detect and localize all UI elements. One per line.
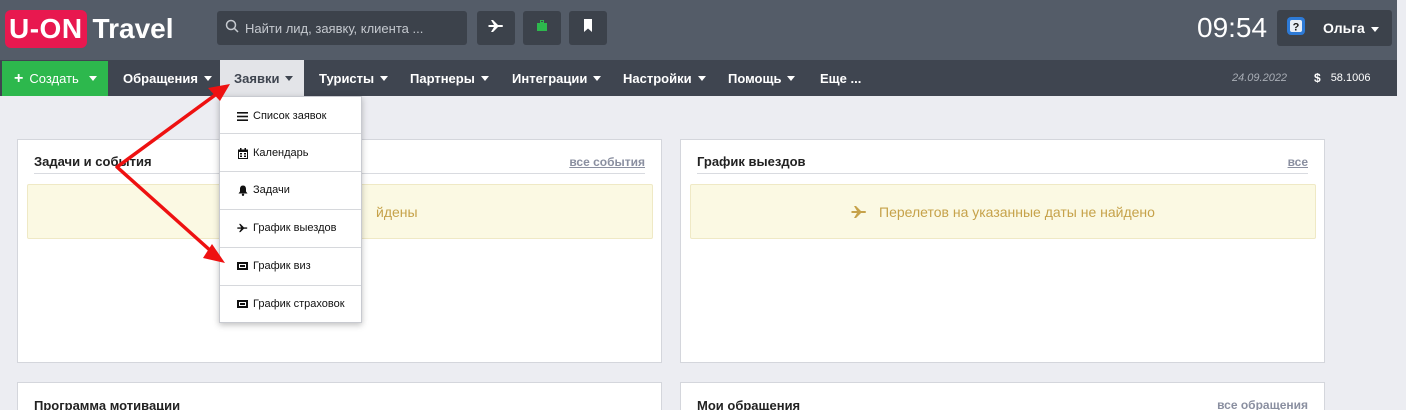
logo-product: Travel [92, 13, 174, 44]
my-requests-panel: Мои обращения все обращения [680, 382, 1325, 410]
chevron-down-icon [380, 75, 389, 81]
menu-item-departures[interactable]: График выездов [220, 209, 361, 247]
menu-item-calendar[interactable]: Календарь [220, 134, 361, 172]
chevron-down-icon [1370, 26, 1379, 32]
chevron-down-icon [787, 75, 796, 81]
ticket-icon [237, 299, 248, 310]
chevron-down-icon [88, 76, 97, 81]
bookmark-button[interactable] [569, 11, 607, 45]
nav-item-more[interactable]: Еще ... [806, 60, 875, 96]
bag-icon [536, 19, 548, 37]
help-icon[interactable]: ? [1287, 16, 1305, 40]
bell-icon [237, 185, 248, 196]
svg-text:?: ? [1293, 21, 1300, 33]
main-nav: + Создать Обращения Заявки Туристы Партн… [0, 60, 1397, 96]
chevron-down-icon [697, 75, 706, 81]
logo-brand: U-ON [5, 10, 87, 48]
menu-item-tasks[interactable]: Задачи [220, 171, 361, 209]
nav-item-partners[interactable]: Партнеры [396, 60, 503, 96]
departures-empty-notice: Перелетов на указанные даты не найдено [690, 184, 1316, 239]
panel-title: График выездов [697, 154, 806, 169]
top-header: U-ON Travel 09:54 ? Ольга [0, 0, 1397, 60]
departures-panel: График выездов все Перелетов на указанны… [680, 139, 1325, 363]
panel-header: Программа мотивации [34, 393, 645, 410]
create-button[interactable]: + Создать [2, 61, 108, 96]
clock: 09:54 [1197, 12, 1268, 43]
list-icon [237, 111, 248, 122]
ticket-icon [237, 261, 248, 272]
nav-item-integrations[interactable]: Интеграции [498, 60, 615, 96]
nav-item-orders[interactable]: Заявки [220, 60, 304, 96]
user-name: Ольга [1323, 20, 1379, 36]
search-box[interactable] [217, 11, 467, 45]
plane-icon [851, 205, 867, 219]
currency-rate[interactable]: $ 58.1006 [1314, 71, 1370, 85]
user-menu[interactable]: ? Ольга [1277, 10, 1392, 46]
plus-icon: + [14, 69, 24, 87]
menu-item-insurance[interactable]: График страховок [220, 285, 361, 323]
notice-text: йдены [376, 203, 418, 220]
chevron-down-icon [285, 75, 294, 81]
notice-text: Перелетов на указанные даты не найдено [879, 203, 1155, 220]
dollar-icon: $ [1314, 71, 1321, 85]
menu-item-visas[interactable]: График виз [220, 247, 361, 285]
panel-title: Мои обращения [697, 397, 801, 410]
nav-item-requests[interactable]: Обращения [108, 60, 227, 96]
logo[interactable]: U-ON Travel [5, 10, 174, 48]
motivation-panel: Программа мотивации [17, 382, 662, 410]
search-input[interactable] [245, 20, 455, 36]
all-departures-link[interactable]: все [1288, 155, 1308, 169]
search-icon [225, 19, 239, 38]
bookmark-icon [583, 19, 593, 37]
panel-header: График выездов все [697, 150, 1308, 174]
all-requests-link[interactable]: все обращения [1217, 398, 1308, 410]
panel-header: Мои обращения все обращения [697, 393, 1308, 410]
plane-icon [488, 19, 504, 38]
nav-item-settings[interactable]: Настройки [609, 60, 720, 96]
rate-value: 58.1006 [1330, 72, 1371, 84]
menu-item-orders-list[interactable]: Список заявок [220, 97, 361, 135]
chevron-down-icon [593, 75, 602, 81]
flights-button[interactable] [477, 11, 515, 45]
create-label: Создать [29, 71, 79, 86]
current-date: 24.09.2022 [1232, 72, 1288, 84]
panel-title: Задачи и события [34, 154, 152, 169]
orders-dropdown-menu: Список заявок Календарь Задачи График вы… [219, 96, 362, 323]
calendar-icon [237, 147, 248, 159]
chevron-down-icon [203, 75, 212, 81]
nav-item-tourists[interactable]: Туристы [304, 60, 403, 96]
nav-item-help[interactable]: Помощь [714, 60, 809, 96]
panel-title: Программа мотивации [34, 397, 181, 410]
bag-button[interactable] [523, 11, 561, 45]
plane-icon [237, 223, 248, 234]
all-events-link[interactable]: все события [569, 155, 645, 169]
chevron-down-icon [480, 75, 489, 81]
